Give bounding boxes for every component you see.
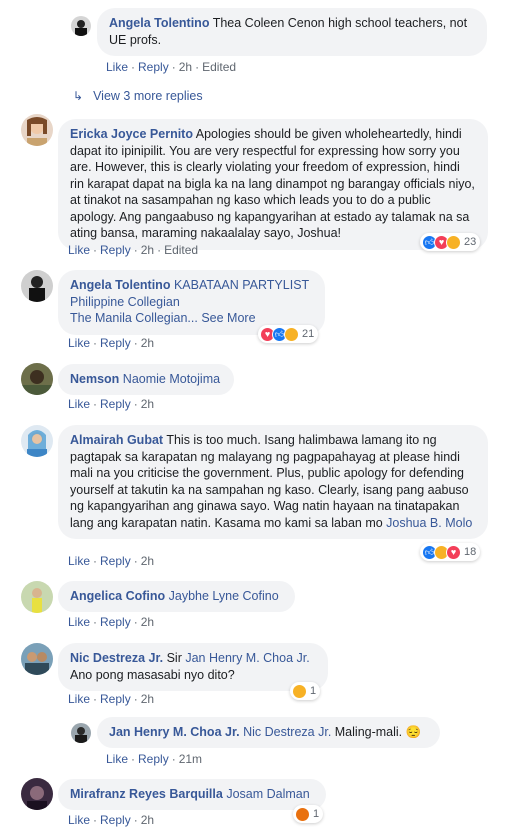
- like-button[interactable]: Like: [68, 615, 90, 629]
- edited-label: Edited: [202, 60, 237, 74]
- reply-button[interactable]: Reply: [100, 813, 131, 827]
- comment-actions: Like · Reply · 2h: [68, 554, 155, 568]
- avatar[interactable]: [21, 778, 53, 810]
- comment-actions: Like · Reply · 2h · Edited: [68, 243, 199, 257]
- reaction-summary[interactable]: 1: [293, 805, 324, 823]
- sad-icon: [292, 683, 307, 699]
- reply-button[interactable]: Reply: [138, 752, 169, 766]
- comment-actions: Like · Reply · 21m: [106, 752, 203, 766]
- comment-bubble: Angela Tolentino Thea Coleen Cenon high …: [97, 8, 487, 56]
- reply-button[interactable]: Reply: [100, 336, 131, 350]
- comment-actions: Like · Reply · 2h: [68, 813, 155, 827]
- comment-actions: Like · Reply · 2h: [68, 336, 155, 350]
- reaction-count: 18: [464, 546, 477, 558]
- like-button[interactable]: Like: [68, 397, 90, 411]
- reply-button[interactable]: Reply: [100, 243, 131, 257]
- comment-bubble: Nemson Naomie Motojima: [58, 364, 234, 395]
- comment-bubble: Angelica Cofino Jaybhe Lyne Cofino: [58, 581, 295, 612]
- reply-button[interactable]: Reply: [100, 554, 131, 568]
- comment-actions: Like · Reply · 2h · Edited: [106, 60, 237, 74]
- author-name[interactable]: Ericka Joyce Pernito: [70, 127, 193, 141]
- like-button[interactable]: Like: [68, 692, 90, 706]
- author-name[interactable]: Mirafranz Reyes Barquilla: [70, 787, 223, 801]
- avatar[interactable]: [71, 723, 91, 743]
- avatar[interactable]: [71, 16, 91, 36]
- author-name[interactable]: Nemson: [70, 372, 119, 386]
- view-more-label: View 3 more replies: [93, 89, 203, 103]
- sad-icon: [284, 326, 299, 342]
- timestamp[interactable]: 2h: [141, 243, 154, 257]
- comment-actions: Like · Reply · 2h: [68, 397, 155, 411]
- comment-bubble: Ericka Joyce Pernito Apologies should be…: [58, 119, 488, 250]
- mention-link[interactable]: KABATAAN PARTYLIST: [170, 278, 309, 292]
- reaction-count: 1: [310, 685, 317, 697]
- mention-link[interactable]: Nic Destreza Jr.: [240, 725, 331, 739]
- comment-text: Sir: [163, 651, 186, 665]
- like-button[interactable]: Like: [106, 60, 128, 74]
- author-name[interactable]: Almairah Gubat: [70, 433, 163, 447]
- comment-actions: Like · Reply · 2h: [68, 615, 155, 629]
- reply-button[interactable]: Reply: [100, 397, 131, 411]
- avatar[interactable]: [21, 270, 53, 302]
- comment-text: Apologies should be given wholeheartedly…: [70, 127, 475, 240]
- timestamp[interactable]: 2h: [141, 692, 154, 706]
- avatar[interactable]: [21, 425, 53, 457]
- pensive-emoji-icon: 😔: [405, 725, 422, 739]
- reply-arrow-icon: ↳: [73, 89, 84, 103]
- like-button[interactable]: Like: [68, 243, 90, 257]
- love-icon: ♥: [446, 544, 461, 560]
- timestamp[interactable]: 2h: [141, 397, 154, 411]
- like-button[interactable]: Like: [68, 554, 90, 568]
- comment-bubble: Jan Henry M. Choa Jr. Nic Destreza Jr. M…: [97, 717, 440, 748]
- avatar[interactable]: [21, 581, 53, 613]
- comment-bubble: Mirafranz Reyes Barquilla Josam Dalman: [58, 779, 326, 810]
- mention-link[interactable]: Jaybhe Lyne Cofino: [165, 589, 279, 603]
- reaction-summary[interactable]: 1: [290, 682, 321, 700]
- avatar[interactable]: [21, 363, 53, 395]
- reaction-summary[interactable]: ♥ 👍︎ 21: [258, 325, 319, 343]
- reaction-summary[interactable]: 👍︎ ♥ 18: [420, 543, 481, 561]
- like-button[interactable]: Like: [106, 752, 128, 766]
- timestamp[interactable]: 2h: [141, 813, 154, 827]
- reaction-count: 23: [464, 236, 477, 248]
- like-button[interactable]: Like: [68, 813, 90, 827]
- timestamp[interactable]: 2h: [179, 60, 192, 74]
- mention-link[interactable]: Joshua B. Molo: [386, 516, 472, 530]
- reply-button[interactable]: Reply: [138, 60, 169, 74]
- author-name[interactable]: Jan Henry M. Choa Jr.: [109, 725, 240, 739]
- timestamp[interactable]: 21m: [179, 752, 202, 766]
- comment-text: Ano pong masasabi nyo dito?: [70, 667, 235, 682]
- comment-bubble: Almairah Gubat This is too much. Isang h…: [58, 425, 488, 539]
- timestamp[interactable]: 2h: [141, 336, 154, 350]
- reaction-count: 21: [302, 328, 315, 340]
- mention-link[interactable]: Jan Henry M. Choa Jr.: [185, 651, 309, 665]
- author-name[interactable]: Nic Destreza Jr.: [70, 651, 163, 665]
- timestamp[interactable]: 2h: [141, 615, 154, 629]
- view-more-replies[interactable]: ↳ View 3 more replies: [73, 89, 203, 103]
- mention-link[interactable]: The Manila Collegian...: [70, 311, 198, 325]
- author-name[interactable]: Angela Tolentino: [109, 16, 209, 30]
- reaction-count: 1: [313, 808, 320, 820]
- avatar[interactable]: [21, 643, 53, 675]
- mention-link[interactable]: Josam Dalman: [223, 787, 309, 801]
- reaction-summary[interactable]: 👍︎ ♥ 23: [420, 233, 481, 251]
- reply-button[interactable]: Reply: [100, 692, 131, 706]
- author-name[interactable]: Angelica Cofino: [70, 589, 165, 603]
- mention-link[interactable]: Naomie Motojima: [119, 372, 220, 386]
- comment-text: Maling-mali.: [331, 725, 406, 739]
- angry-icon: [295, 806, 310, 822]
- edited-label: Edited: [164, 243, 199, 257]
- reply-button[interactable]: Reply: [100, 615, 131, 629]
- like-button[interactable]: Like: [68, 336, 90, 350]
- sad-icon: [446, 234, 461, 250]
- comment-bubble: Nic Destreza Jr. Sir Jan Henry M. Choa J…: [58, 643, 328, 691]
- see-more-link[interactable]: See More: [198, 311, 255, 325]
- avatar[interactable]: [21, 114, 53, 146]
- author-name[interactable]: Angela Tolentino: [70, 278, 170, 292]
- mention-link[interactable]: Philippine Collegian: [70, 295, 180, 309]
- comment-actions: Like · Reply · 2h: [68, 692, 155, 706]
- timestamp[interactable]: 2h: [141, 554, 154, 568]
